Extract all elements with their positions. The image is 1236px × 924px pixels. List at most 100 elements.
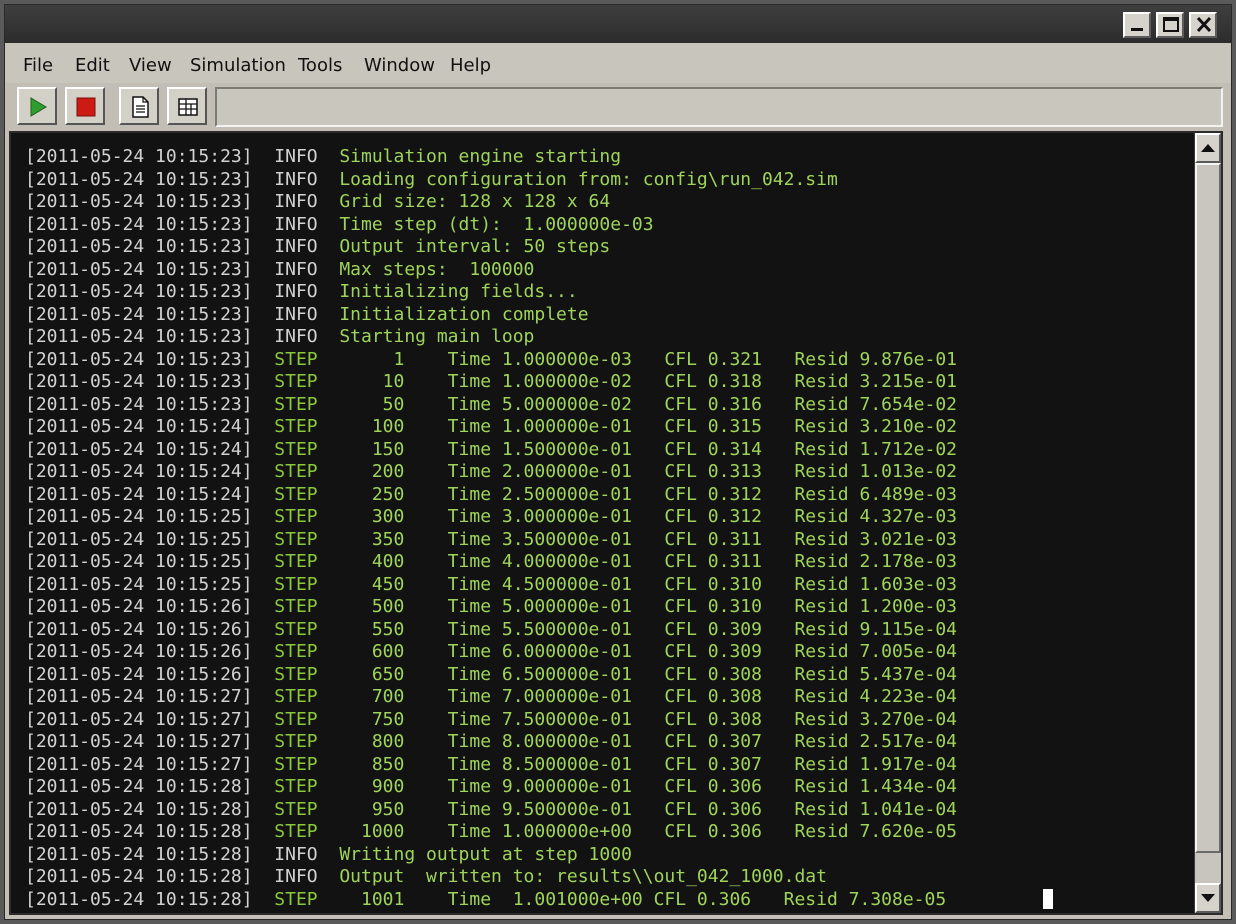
log-level: STEP	[274, 461, 318, 482]
vertical-scrollbar[interactable]	[1194, 133, 1221, 913]
log-level: STEP	[274, 551, 318, 572]
log-line: [2011-05-24 10:15:28] STEP 1001 Time 1.0…	[25, 889, 957, 912]
log-timestamp: [2011-05-24 10:15:24]	[25, 438, 253, 460]
log-message: 200 Time 2.000000e-01 CFL 0.313 Resid 1.…	[339, 461, 958, 482]
log-message: 650 Time 6.500000e-01 CFL 0.308 Resid 5.…	[339, 663, 958, 685]
log-level: INFO	[274, 258, 318, 280]
arrow-up-icon	[1201, 144, 1215, 152]
log-timestamp: [2011-05-24 10:15:26]	[25, 618, 253, 640]
log-line: [2011-05-24 10:15:28] STEP 950 Time 9.50…	[25, 799, 957, 822]
log-timestamp: [2011-05-24 10:15:28]	[25, 821, 253, 842]
log-level: INFO	[274, 213, 318, 235]
log-level: STEP	[274, 596, 318, 617]
log-level: STEP	[274, 821, 318, 842]
table-grid-icon	[178, 98, 198, 116]
log-message: 700 Time 7.000000e-01 CFL 0.308 Resid 4.…	[339, 686, 958, 707]
scroll-down-button[interactable]	[1195, 883, 1221, 913]
minimize-button[interactable]	[1123, 12, 1151, 38]
stop-icon	[76, 97, 96, 117]
log-line: [2011-05-24 10:15:23] INFO Starting main…	[25, 326, 957, 349]
menu-view[interactable]: View	[129, 55, 172, 76]
log-timestamp: [2011-05-24 10:15:23]	[25, 281, 253, 302]
arrow-down-icon	[1201, 894, 1215, 902]
log-line: [2011-05-24 10:15:28] INFO Output writte…	[25, 866, 957, 889]
close-button[interactable]	[1189, 12, 1217, 38]
log-message: 450 Time 4.500000e-01 CFL 0.310 Resid 1.…	[339, 573, 958, 595]
menu-tools[interactable]: Tools	[298, 55, 342, 76]
scroll-up-button[interactable]	[1195, 133, 1221, 163]
log-timestamp: [2011-05-24 10:15:23]	[25, 213, 253, 235]
log-level: STEP	[274, 798, 318, 820]
log-message: 850 Time 8.500000e-01 CFL 0.307 Resid 1.…	[339, 753, 958, 775]
log-timestamp: [2011-05-24 10:15:24]	[25, 416, 253, 437]
menu-edit[interactable]: Edit	[75, 55, 110, 76]
log-line: [2011-05-24 10:15:24] STEP 200 Time 2.00…	[25, 461, 957, 484]
log-line: [2011-05-24 10:15:24] STEP 100 Time 1.00…	[25, 416, 957, 439]
log-line: [2011-05-24 10:15:23] INFO Max steps: 10…	[25, 259, 957, 282]
text-cursor	[1043, 889, 1053, 909]
log-level: INFO	[274, 236, 318, 257]
log-message: 900 Time 9.000000e-01 CFL 0.306 Resid 1.…	[339, 776, 958, 797]
log-level: INFO	[274, 168, 318, 190]
log-level: STEP	[274, 663, 318, 685]
log-message: Initialization complete	[339, 303, 589, 325]
log-timestamp: [2011-05-24 10:15:23]	[25, 326, 253, 347]
simulation-window: File Edit View Simulation Tools Window H…	[4, 4, 1232, 920]
log-timestamp: [2011-05-24 10:15:25]	[25, 506, 253, 527]
log-level: STEP	[274, 888, 318, 910]
log-level: STEP	[274, 506, 318, 527]
log-timestamp: [2011-05-24 10:15:27]	[25, 753, 253, 775]
log-message: 550 Time 5.500000e-01 CFL 0.309 Resid 9.…	[339, 618, 958, 640]
log-line: [2011-05-24 10:15:27] STEP 800 Time 8.00…	[25, 731, 957, 754]
log-timestamp: [2011-05-24 10:15:28]	[25, 776, 253, 797]
log-timestamp: [2011-05-24 10:15:26]	[25, 641, 253, 662]
grid-button[interactable]	[167, 87, 207, 125]
log-timestamp: [2011-05-24 10:15:23]	[25, 191, 253, 212]
log-message: Time step (dt): 1.000000e-03	[339, 213, 654, 235]
menu-help[interactable]: Help	[450, 55, 491, 76]
log-line: [2011-05-24 10:15:27] STEP 750 Time 7.50…	[25, 709, 957, 732]
menu-window[interactable]: Window	[364, 55, 435, 76]
menu-simulation[interactable]: Simulation	[190, 55, 286, 76]
menu-file[interactable]: File	[23, 55, 53, 76]
stop-button[interactable]	[65, 87, 105, 125]
log-line: [2011-05-24 10:15:28] STEP 1000 Time 1.0…	[25, 821, 957, 844]
log-level: STEP	[274, 731, 318, 752]
log-message: 950 Time 9.500000e-01 CFL 0.306 Resid 1.…	[339, 798, 958, 820]
log-line: [2011-05-24 10:15:28] STEP 900 Time 9.00…	[25, 776, 957, 799]
log-level: STEP	[274, 438, 318, 460]
title-bar[interactable]	[5, 5, 1231, 43]
log-level: STEP	[274, 528, 318, 550]
log-level: INFO	[274, 191, 318, 212]
log-timestamp: [2011-05-24 10:15:25]	[25, 573, 253, 595]
log-level: INFO	[274, 303, 318, 325]
log-line: [2011-05-24 10:15:23] STEP 10 Time 1.000…	[25, 371, 957, 394]
log-message: Grid size: 128 x 128 x 64	[339, 191, 611, 212]
log-timestamp: [2011-05-24 10:15:28]	[25, 798, 253, 820]
scroll-thumb[interactable]	[1195, 163, 1221, 853]
log-message: 800 Time 8.000000e-01 CFL 0.307 Resid 2.…	[339, 731, 958, 752]
maximize-icon	[1163, 17, 1179, 32]
log-timestamp: [2011-05-24 10:15:23]	[25, 393, 253, 415]
log-line: [2011-05-24 10:15:23] STEP 1 Time 1.0000…	[25, 349, 957, 372]
maximize-button[interactable]	[1156, 12, 1184, 38]
log-line: [2011-05-24 10:15:23] INFO Initializing …	[25, 281, 957, 304]
log-message: Output interval: 50 steps	[339, 236, 611, 257]
log-message: Loading configuration from: config\run_0…	[339, 168, 838, 190]
log-timestamp: [2011-05-24 10:15:27]	[25, 708, 253, 730]
log-level: INFO	[274, 146, 318, 167]
log-level: STEP	[274, 348, 318, 370]
log-line: [2011-05-24 10:15:23] STEP 50 Time 5.000…	[25, 394, 957, 417]
log-timestamp: [2011-05-24 10:15:23]	[25, 371, 253, 392]
log-timestamp: [2011-05-24 10:15:23]	[25, 236, 253, 257]
document-button[interactable]	[119, 87, 159, 125]
console-output[interactable]: [2011-05-24 10:15:23] INFO Simulation en…	[9, 131, 1223, 915]
log-timestamp: [2011-05-24 10:15:23]	[25, 146, 253, 167]
log-timestamp: [2011-05-24 10:15:24]	[25, 483, 253, 505]
log-line: [2011-05-24 10:15:23] INFO Time step (dt…	[25, 214, 957, 237]
log-line: [2011-05-24 10:15:24] STEP 150 Time 1.50…	[25, 439, 957, 462]
run-button[interactable]	[17, 87, 57, 125]
log-timestamp: [2011-05-24 10:15:28]	[25, 843, 253, 865]
log-message: Initializing fields...	[339, 281, 578, 302]
log-lines: [2011-05-24 10:15:23] INFO Simulation en…	[25, 146, 957, 911]
